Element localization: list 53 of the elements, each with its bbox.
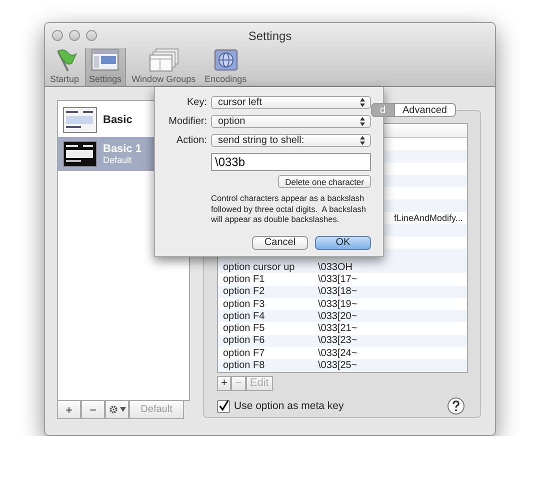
table-cell-text: option F6: [222, 335, 266, 346]
profile-subtitle: Default: [103, 155, 133, 165]
table-cell: \033[19~: [318, 298, 358, 310]
table-cell: \033[18~: [318, 286, 358, 298]
settings-menu-button[interactable]: [105, 401, 129, 419]
table-cell: \033OH: [318, 262, 352, 273]
caret-icon: [120, 407, 126, 412]
settings-icon: [108, 405, 118, 414]
popup-menu[interactable]: send string to shell:: [211, 134, 371, 147]
table-cell: \033[20~: [318, 310, 358, 322]
field-label: Key:: [186, 97, 207, 108]
table-cell-text: option F4: [222, 310, 266, 322]
window-panel-icon: [91, 48, 120, 72]
add-button[interactable]: +: [57, 401, 81, 419]
table-cell-text: option F3: [222, 298, 266, 310]
tab[interactable]: Advanced: [394, 103, 456, 117]
field-label: Modifier:: [168, 116, 207, 127]
table-cell: \033[24~: [318, 348, 358, 359]
profile-name: Basic 1: [103, 143, 142, 155]
table-cell: \033[23~: [318, 335, 358, 346]
table-cell: \033[21~: [318, 323, 358, 334]
delete-button[interactable]: Delete one character: [278, 175, 371, 188]
checkbox[interactable]: [217, 400, 230, 412]
table-cell: \033[25~: [318, 360, 358, 372]
ok-button[interactable]: OK: [315, 236, 371, 250]
table-cell-text: option F1: [222, 274, 266, 285]
checkbox-label: Use option as meta key: [234, 400, 344, 412]
input-field[interactable]: \033b: [211, 153, 371, 171]
add-button[interactable]: +: [217, 376, 232, 391]
globe-icon: [214, 48, 238, 72]
stepper-arrows-icon: [360, 117, 365, 126]
popup-menu[interactable]: cursor left: [211, 96, 371, 109]
table-cell-text: option F8: [222, 360, 266, 372]
table-cell-text: option cursor up: [222, 262, 296, 273]
table-cell-text: option F7: [222, 348, 266, 359]
toolbar-tab[interactable]: Startup: [47, 48, 82, 86]
table-cell: \033[17~: [318, 274, 358, 285]
table-cell-text: option F2: [222, 286, 266, 298]
help-text: Control characters appear as a backslash followed by three octal digits. A backslash will appear as double backslashes.: [211, 193, 367, 224]
remove-button[interactable]: −: [81, 401, 105, 419]
terminal-thumbnail-icon: [63, 141, 97, 167]
window-title: Settings: [248, 28, 292, 42]
table-cell-text: option F5: [222, 323, 266, 334]
terminal-thumbnail-icon: [63, 107, 97, 133]
profile-name: Basic: [103, 114, 132, 126]
help-button[interactable]: [447, 397, 465, 415]
toolbar-tab[interactable]: Window Groups: [128, 48, 199, 86]
table-cell: fLineAndModify...: [394, 212, 463, 224]
popup-menu[interactable]: option: [211, 115, 371, 128]
toolbar-tab[interactable]: Encodings: [202, 48, 250, 86]
stepper-arrows-icon: [360, 136, 365, 145]
stepper-arrows-icon: [360, 98, 365, 107]
cancel-button[interactable]: Cancel: [252, 236, 308, 250]
